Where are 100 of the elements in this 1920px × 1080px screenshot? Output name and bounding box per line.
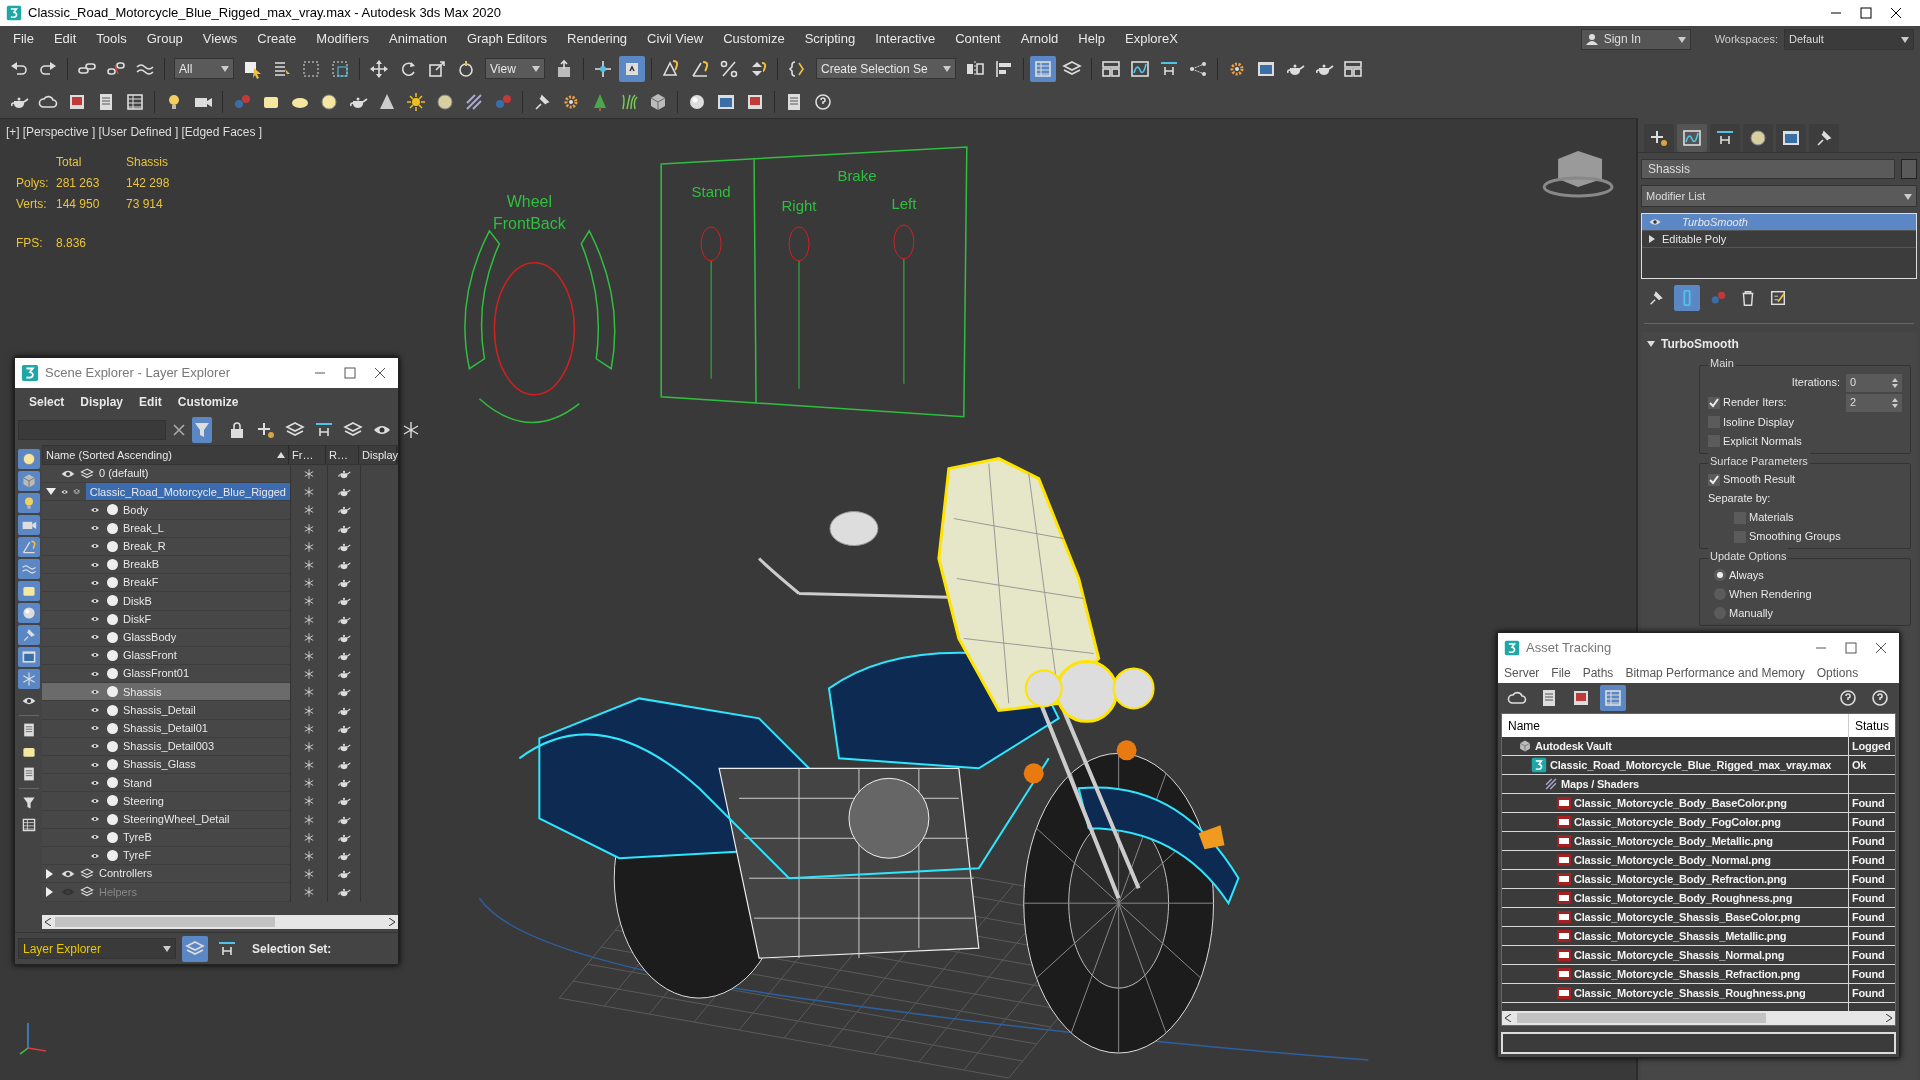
layer-name[interactable]: Classic_Road_Motorcycle_Blue_Rigged xyxy=(85,483,290,501)
stats-label: Polys: xyxy=(16,175,50,192)
asset-name[interactable]: Autodesk Vault xyxy=(1535,737,1612,755)
object-name[interactable]: Stand xyxy=(123,774,152,792)
menu-item[interactable]: ExploreX xyxy=(1115,29,1188,49)
layer-name[interactable]: 0 (default) xyxy=(99,465,149,482)
stats-value: 73 914 xyxy=(126,196,164,213)
object-name[interactable]: TyreB xyxy=(123,829,152,846)
menu-item[interactable]: Create xyxy=(247,29,307,49)
menu-item[interactable]: Arnold xyxy=(1010,29,1069,49)
menu-item[interactable]: Interactive xyxy=(865,29,946,49)
scene-text: Right xyxy=(781,196,817,214)
stats-header: Shassis xyxy=(126,154,170,171)
layer-name[interactable]: Controllers xyxy=(99,865,153,882)
object-name[interactable]: DiskB xyxy=(123,592,152,610)
control-label: Separate by: xyxy=(1708,491,1771,507)
asset-status: Logged xyxy=(1852,738,1891,754)
object-name[interactable]: Shassis_Glass xyxy=(123,756,196,773)
menu-item[interactable]: Server xyxy=(1504,664,1540,682)
asset-name[interactable]: Classic_Motorcycle_Shassis_Normal.png xyxy=(1574,946,1785,964)
viewport-label[interactable]: [Perspective ] xyxy=(22,123,96,141)
viewport-label[interactable]: [+] xyxy=(6,123,20,141)
menu-item[interactable]: Display xyxy=(78,392,126,411)
asset-status: Found xyxy=(1852,795,1885,811)
menu-item[interactable]: Options xyxy=(1816,664,1859,682)
asset-name[interactable]: Classic_Motorcycle_Shassis_Refraction.png xyxy=(1574,965,1800,983)
menu-item[interactable]: Tools xyxy=(86,29,137,49)
asset-name[interactable]: Classic_Motorcycle_Body_Metallic.png xyxy=(1574,832,1773,850)
stats-label: Verts: xyxy=(16,196,48,213)
spinner-field[interactable]: 2 xyxy=(1846,393,1902,412)
menu-item[interactable]: Content xyxy=(945,29,1011,49)
menu-item[interactable]: Scripting xyxy=(794,29,866,49)
menu-item[interactable]: Bitmap Performance and Memory xyxy=(1625,664,1805,682)
window-title: Scene Explorer - Layer Explorer xyxy=(45,364,230,383)
object-name-field[interactable]: Shassis xyxy=(1641,159,1895,179)
menu-item[interactable]: Graph Editors xyxy=(456,29,558,49)
object-name[interactable]: BreakF xyxy=(123,574,159,591)
object-name[interactable]: BreakB xyxy=(123,556,160,573)
scene-text: FrontBack xyxy=(492,214,566,232)
object-name[interactable]: TyreF xyxy=(123,847,152,864)
menu-item[interactable]: File xyxy=(3,29,44,49)
named-selection-dropdown[interactable]: Create Selection Se xyxy=(816,58,956,79)
asset-name[interactable]: Classic_Motorcycle_Body_Normal.png xyxy=(1574,851,1771,869)
explorer-mode-dropdown[interactable]: Layer Explorer xyxy=(18,938,176,959)
menu-item[interactable]: Views xyxy=(192,29,248,49)
asset-name[interactable]: Classic_Motorcycle_Body_Roughness.png xyxy=(1574,889,1793,907)
asset-name[interactable]: Classic_Road_Motorcycle_Blue_Rigged_max_vray.max xyxy=(1550,756,1832,774)
object-name[interactable]: Break_R xyxy=(123,538,166,555)
object-name[interactable]: DiskF xyxy=(123,610,152,628)
menu-item[interactable]: Rendering xyxy=(557,29,638,49)
workspace-dropdown[interactable]: Default xyxy=(1784,28,1914,50)
menu-item[interactable]: Animation xyxy=(379,29,457,49)
object-name[interactable]: Shassis_Detail003 xyxy=(123,738,215,755)
column-header[interactable]: Display xyxy=(359,446,397,464)
stats-header: Total xyxy=(56,154,83,171)
control-label: Smoothing Groups xyxy=(1749,529,1841,545)
asset-name[interactable]: Classic_Motorcycle_Shassis_Metallic.png xyxy=(1574,927,1787,945)
spinner-field[interactable]: 0 xyxy=(1846,373,1902,392)
menu-item[interactable]: Civil View xyxy=(637,29,714,49)
menu-item[interactable]: Edit xyxy=(137,392,164,411)
object-name[interactable]: Break_L xyxy=(123,519,164,537)
selection-filter-dropdown[interactable]: All xyxy=(174,58,234,79)
viewport-label[interactable]: [User Defined ] xyxy=(98,123,179,141)
menu-item[interactable]: Paths xyxy=(1582,664,1614,682)
modifier-list-dropdown[interactable]: Modifier List xyxy=(1641,185,1917,207)
modifier-stack-item[interactable]: Editable Poly xyxy=(1662,230,1727,248)
menu-item[interactable]: Select xyxy=(27,392,67,411)
menu-item[interactable]: Group xyxy=(136,29,193,49)
object-name[interactable]: SteeringWheel_Detail xyxy=(123,810,230,828)
object-name[interactable]: GlassFront xyxy=(123,647,177,664)
asset-name[interactable]: Classic_Motorcycle_Shassis_Roughness.png xyxy=(1574,984,1806,1002)
asset-status: Found xyxy=(1852,814,1885,830)
object-name[interactable]: Body xyxy=(123,501,149,519)
column-header[interactable]: Name (Sorted Ascending) xyxy=(43,446,289,464)
menu-item[interactable]: File xyxy=(1551,664,1571,682)
asset-name[interactable]: Classic_Motorcycle_Body_FogColor.png xyxy=(1574,813,1781,831)
sign-in-dropdown[interactable]: Sign In xyxy=(1580,28,1691,50)
column-header[interactable]: Status xyxy=(1849,714,1895,737)
object-name[interactable]: Shassis_Detail xyxy=(123,701,196,719)
object-name[interactable]: GlassBody xyxy=(123,629,177,646)
menu-item[interactable]: Customize xyxy=(175,392,241,411)
column-header[interactable]: Fr… xyxy=(289,446,326,464)
object-name[interactable]: GlassFront01 xyxy=(123,665,190,682)
asset-name[interactable]: Classic_Motorcycle_Body_Refraction.png xyxy=(1574,870,1787,888)
fps-value: 8.836 xyxy=(56,235,88,252)
column-header[interactable]: R… xyxy=(326,446,359,464)
asset-name[interactable]: Maps / Shaders xyxy=(1561,775,1639,793)
asset-name[interactable]: Classic_Motorcycle_Body_BaseColor.png xyxy=(1574,794,1787,812)
asset-name[interactable]: Classic_Motorcycle_Shassis_BaseColor.png xyxy=(1574,908,1801,926)
menu-item[interactable]: Help xyxy=(1068,29,1116,49)
menu-item[interactable]: Modifiers xyxy=(306,29,380,49)
reference-coordinate-dropdown[interactable]: View xyxy=(485,58,545,79)
menu-item[interactable]: Customize xyxy=(713,29,795,49)
control-label: Render Iters: xyxy=(1723,395,1787,411)
object-name[interactable]: Shassis xyxy=(123,683,162,701)
viewport-label[interactable]: [Edged Faces ] xyxy=(181,123,263,141)
object-name[interactable]: Shassis_Detail01 xyxy=(123,719,208,737)
rollout-title[interactable]: TurboSmooth xyxy=(1661,335,1739,353)
menu-item[interactable]: Edit xyxy=(43,29,87,49)
object-name[interactable]: Steering xyxy=(123,792,164,810)
